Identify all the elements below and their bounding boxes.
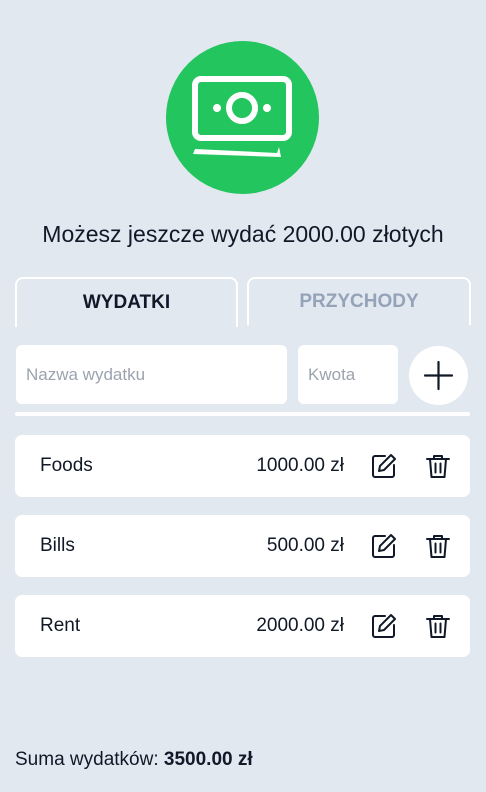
expense-name-input[interactable] [16, 345, 287, 404]
tab-income[interactable]: PRZYCHODY [247, 277, 471, 325]
trash-icon[interactable] [424, 532, 452, 560]
add-expense-button[interactable] [409, 346, 468, 405]
edit-icon[interactable] [370, 532, 398, 560]
edit-icon[interactable] [370, 452, 398, 480]
expense-amount: 1000.00 zł [256, 455, 344, 476]
plus-icon [423, 360, 454, 391]
edit-icon[interactable] [370, 612, 398, 640]
expenses-total: Suma wydatków: 3500.00 zł [15, 749, 253, 771]
trash-icon[interactable] [424, 452, 452, 480]
expense-name: Rent [40, 615, 81, 636]
expense-amount: 2000.00 zł [256, 615, 344, 636]
expense-item: Rent 2000.00 zł [15, 595, 470, 657]
expense-list: Foods 1000.00 zł Bills 500.00 zł Rent 20… [15, 435, 470, 675]
expense-item: Bills 500.00 zł [15, 515, 470, 577]
money-bill-icon [192, 76, 292, 157]
expense-item: Foods 1000.00 zł [15, 435, 470, 497]
expense-name: Bills [40, 535, 75, 556]
expense-name: Foods [40, 455, 93, 476]
expense-amount-input[interactable] [298, 345, 398, 404]
budget-remaining-text: Możesz jeszcze wydać 2000.00 złotych [42, 221, 444, 247]
form-divider [15, 412, 470, 416]
total-label: Suma wydatków: [15, 749, 159, 770]
expense-amount: 500.00 zł [266, 535, 344, 556]
tab-bar: WYDATKI PRZYCHODY [15, 277, 471, 327]
tab-expenses[interactable]: WYDATKI [15, 277, 238, 327]
app-logo [166, 41, 319, 194]
total-value: 3500.00 zł [163, 749, 253, 770]
trash-icon[interactable] [424, 612, 452, 640]
